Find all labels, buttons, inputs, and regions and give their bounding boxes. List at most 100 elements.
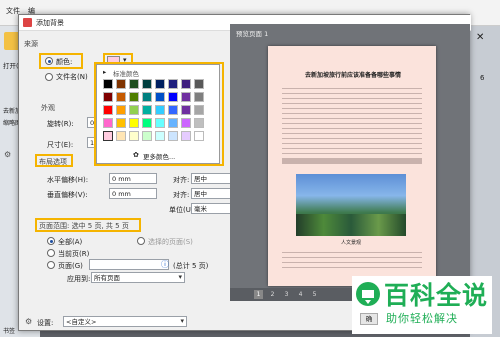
color-swatch[interactable]	[116, 79, 126, 89]
color-swatch[interactable]	[194, 79, 204, 89]
color-swatch[interactable]	[129, 92, 139, 102]
doc-photo	[296, 174, 406, 236]
pages-total: (总计 5 页)	[173, 262, 209, 270]
preview-page: 去新加坡旅行前应该准备备哪些事情 人文景观	[268, 46, 436, 286]
align-h-label: 对齐:	[173, 176, 190, 184]
color-swatch[interactable]	[194, 118, 204, 128]
page-4-button[interactable]: 4	[296, 290, 305, 299]
doc-text-lines	[282, 84, 422, 154]
size-label: 尺寸(E):	[47, 141, 74, 149]
color-swatch[interactable]	[116, 92, 126, 102]
close-icon[interactable]: ✕	[476, 32, 484, 43]
page-range-label: 页面范围: 选中 5 页, 共 5 页	[39, 222, 129, 230]
palette-expand-icon: ▸	[103, 68, 107, 76]
preview-label: 预览页面 1	[236, 30, 269, 38]
palette-color-icon: ✿	[133, 151, 139, 159]
color-swatch[interactable]	[116, 105, 126, 115]
color-swatch[interactable]	[155, 92, 165, 102]
h-offset-input[interactable]: 0 mm	[109, 173, 157, 184]
current-page-label: 当前页(R)	[58, 250, 90, 258]
right-number: 6	[480, 74, 485, 82]
more-colors-button[interactable]: 更多颜色...	[143, 151, 175, 161]
doc-caption: 人文景观	[340, 240, 361, 246]
page-1-button[interactable]: 1	[254, 290, 263, 299]
source-label: 来源	[24, 40, 38, 48]
color-swatch[interactable]	[129, 118, 139, 128]
align-v-label: 对齐:	[173, 191, 190, 199]
gear-icon[interactable]: ⚙	[4, 150, 11, 159]
color-swatch[interactable]	[142, 105, 152, 115]
pages-label: 页面(G)	[58, 262, 83, 270]
appearance-label: 外观	[41, 104, 55, 112]
color-swatch[interactable]	[181, 79, 191, 89]
apply-label: 应用到:	[67, 275, 91, 283]
dialog-title: 添加背景	[36, 19, 64, 27]
color-swatch[interactable]	[168, 92, 178, 102]
watermark-banner: 百科全说 助你轻松解决	[352, 276, 492, 334]
selected-pages-label: 选择的页面(S)	[148, 238, 193, 246]
all-pages-label: 全部(A)	[58, 238, 83, 246]
file-radio[interactable]	[45, 73, 53, 81]
color-swatch[interactable]	[155, 131, 165, 141]
swatch-grid	[103, 79, 217, 143]
color-swatch[interactable]	[129, 105, 139, 115]
doc-text-lines-bottom	[282, 248, 422, 272]
color-label: 颜色:	[56, 58, 73, 66]
info-icon: ⓘ	[161, 260, 169, 269]
selected-pages-radio[interactable]	[137, 237, 145, 245]
color-swatch[interactable]	[142, 118, 152, 128]
v-offset-label: 垂直偏移(V):	[47, 191, 88, 199]
settings-gear-icon: ⚙	[25, 317, 33, 326]
color-swatch[interactable]	[194, 92, 204, 102]
watermark-subtitle: 助你轻松解决	[386, 312, 458, 325]
standard-colors-label: 标准颜色	[113, 70, 139, 78]
color-swatch[interactable]	[168, 131, 178, 141]
color-swatch[interactable]	[103, 131, 113, 141]
all-pages-radio[interactable]	[47, 237, 55, 245]
watermark-logo	[356, 282, 380, 306]
color-swatch[interactable]	[142, 131, 152, 141]
v-offset-input[interactable]: 0 mm	[109, 188, 157, 199]
doc-text-line	[282, 158, 422, 164]
ok-button[interactable]: 确	[360, 313, 378, 325]
file-label: 文件名(N)	[56, 73, 88, 81]
color-radio[interactable]	[45, 57, 53, 65]
color-swatch[interactable]	[155, 118, 165, 128]
bookmark-tab[interactable]: 书签	[3, 326, 15, 335]
settings-label: 设置:	[37, 319, 54, 327]
color-swatch[interactable]	[168, 105, 178, 115]
color-swatch[interactable]	[129, 79, 139, 89]
color-swatch[interactable]	[155, 105, 165, 115]
color-swatch[interactable]	[168, 79, 178, 89]
doc-title: 去新加坡旅行前应该准备备哪些事情	[304, 72, 401, 79]
page-5-button[interactable]: 5	[310, 290, 319, 299]
color-swatch[interactable]	[181, 131, 191, 141]
color-swatch[interactable]	[194, 105, 204, 115]
apply-select[interactable]: 所有页面	[91, 272, 185, 283]
color-swatch[interactable]	[116, 131, 126, 141]
settings-select[interactable]: <自定义>	[63, 316, 187, 327]
color-swatch[interactable]	[181, 105, 191, 115]
color-swatch[interactable]	[103, 79, 113, 89]
color-swatch[interactable]	[116, 118, 126, 128]
app-icon	[23, 18, 32, 27]
color-swatch[interactable]	[103, 118, 113, 128]
page-3-button[interactable]: 3	[282, 290, 291, 299]
color-swatch[interactable]	[181, 92, 191, 102]
rotate-label: 旋转(R):	[47, 120, 74, 128]
pages-radio[interactable]	[47, 261, 55, 269]
color-swatch[interactable]	[142, 92, 152, 102]
page-2-button[interactable]: 2	[268, 290, 277, 299]
color-swatch[interactable]	[168, 118, 178, 128]
color-swatch[interactable]	[194, 131, 204, 141]
current-page-radio[interactable]	[47, 249, 55, 257]
color-swatch[interactable]	[103, 92, 113, 102]
color-swatch[interactable]	[142, 79, 152, 89]
pages-input[interactable]	[89, 259, 169, 270]
watermark-title: 百科全说	[384, 281, 489, 310]
color-swatch[interactable]	[129, 131, 139, 141]
color-swatch[interactable]	[181, 118, 191, 128]
color-swatch[interactable]	[155, 79, 165, 89]
color-swatch[interactable]	[103, 105, 113, 115]
h-offset-label: 水平偏移(H):	[47, 176, 89, 184]
